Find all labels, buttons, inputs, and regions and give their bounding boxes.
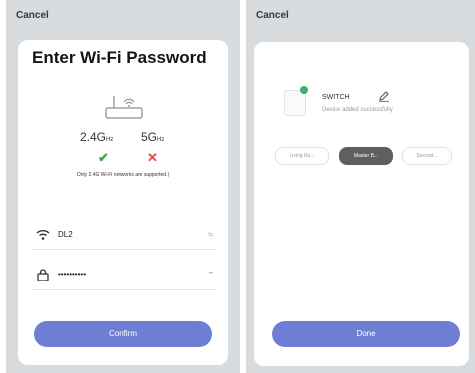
wifi-name-value: DL2 <box>58 230 73 239</box>
support-note: Only 2.4G Wi-Fi networks are supported.) <box>76 172 170 178</box>
edit-icon[interactable] <box>378 90 390 102</box>
device-name: SWITCH <box>322 94 350 101</box>
wifi-icon <box>36 230 50 240</box>
router-icon <box>105 96 143 119</box>
show-password-icon[interactable]: •• <box>209 271 213 277</box>
band-24-label: 2.4GHz <box>80 130 114 144</box>
switch-network-icon[interactable]: ⇆ <box>208 231 213 238</box>
wifi-name-field[interactable]: DL2 ⇆ <box>32 221 217 250</box>
lock-icon <box>37 269 49 281</box>
band-5-label: 5GHz <box>141 130 165 144</box>
device-card: SWITCH Device added successfully Living … <box>254 42 469 366</box>
page-title: Enter Wi-Fi Password <box>32 48 207 67</box>
room-chip-selected[interactable]: Master B... <box>339 147 393 165</box>
done-button[interactable]: Done <box>272 321 460 347</box>
room-chip[interactable]: Living Ro... <box>275 147 329 165</box>
device-added-screen: Cancel SWITCH Device added successfully … <box>246 0 475 373</box>
room-chip[interactable]: Second... <box>402 147 452 165</box>
check-icon: ✔ <box>98 150 109 165</box>
password-value: •••••••••• <box>58 270 87 279</box>
password-field[interactable]: •••••••••• •• <box>32 261 217 290</box>
cross-icon: ✕ <box>147 150 158 165</box>
cancel-button[interactable]: Cancel <box>256 10 289 21</box>
device-status: Device added successfully <box>322 107 393 113</box>
wifi-card: Enter Wi-Fi Password 2.4GHz 5GHz ✔ ✕ Onl… <box>18 40 228 365</box>
confirm-button[interactable]: Confirm <box>34 321 212 347</box>
wifi-setup-screen: Cancel Enter Wi-Fi Password 2.4GHz 5GHz … <box>6 0 240 373</box>
cancel-button[interactable]: Cancel <box>16 10 49 21</box>
online-status-dot <box>300 86 308 94</box>
